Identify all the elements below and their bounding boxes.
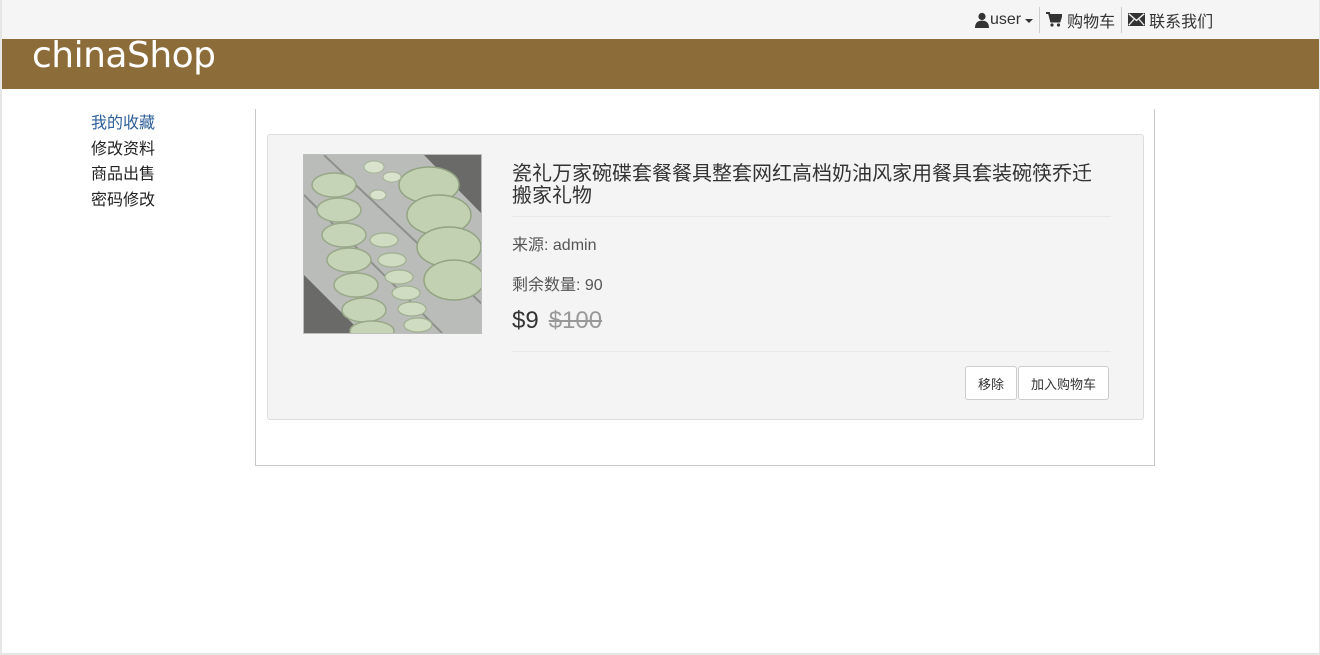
sidebar-item-sell-goods[interactable]: 商品出售 xyxy=(91,162,155,188)
shopping-cart-icon xyxy=(1046,12,1063,27)
envelope-icon xyxy=(1128,13,1146,26)
product-actions: 移除 加入购物车 xyxy=(964,366,1109,400)
top-navbar: user 购物车 联系我们 xyxy=(2,0,1319,39)
user-menu-dropdown[interactable]: user xyxy=(968,0,1039,39)
contact-link-label: 联系我们 xyxy=(1149,13,1214,31)
add-to-cart-button[interactable]: 加入购物车 xyxy=(1017,366,1109,400)
product-prices: $9 $100 xyxy=(512,307,1111,352)
cart-link-label: 购物车 xyxy=(1067,13,1116,31)
product-info: 瓷礼万家碗碟套餐餐具整套网红高档奶油风家用餐具套装碗筷乔迁搬家礼物 来源: ad… xyxy=(512,163,1111,352)
product-card: 瓷礼万家碗碟套餐餐具整套网红高档奶油风家用餐具套装碗筷乔迁搬家礼物 来源: ad… xyxy=(267,134,1144,420)
product-stock: 剩余数量: 90 xyxy=(512,277,603,294)
product-title[interactable]: 瓷礼万家碗碟套餐餐具整套网红高档奶油风家用餐具套装碗筷乔迁搬家礼物 xyxy=(512,163,1111,217)
user-icon xyxy=(974,12,990,28)
cart-link[interactable]: 购物车 xyxy=(1040,0,1121,39)
site-logo[interactable]: chinaShop xyxy=(32,35,216,76)
sidebar-item-edit-profile[interactable]: 修改资料 xyxy=(91,137,155,163)
user-menu-label: user xyxy=(990,10,1022,28)
product-image[interactable] xyxy=(303,154,482,334)
sidebar-item-change-password[interactable]: 密码修改 xyxy=(91,188,155,214)
sidebar-item-favorites[interactable]: 我的收藏 xyxy=(91,111,155,137)
brand-bar: chinaShop xyxy=(2,35,1319,89)
product-price-original: $100 xyxy=(548,307,603,334)
product-source: 来源: admin xyxy=(512,237,597,254)
product-price-current: $9 xyxy=(512,307,539,334)
contact-link[interactable]: 联系我们 xyxy=(1122,0,1219,39)
top-navbar-right: user 购物车 联系我们 xyxy=(968,0,1219,39)
remove-button[interactable]: 移除 xyxy=(964,366,1017,400)
favorites-panel: 瓷礼万家碗碟套餐餐具整套网红高档奶油风家用餐具套装碗筷乔迁搬家礼物 来源: ad… xyxy=(255,109,1155,466)
chevron-down-icon xyxy=(1025,18,1034,23)
sidebar-menu: 我的收藏 修改资料 商品出售 密码修改 xyxy=(91,111,155,213)
